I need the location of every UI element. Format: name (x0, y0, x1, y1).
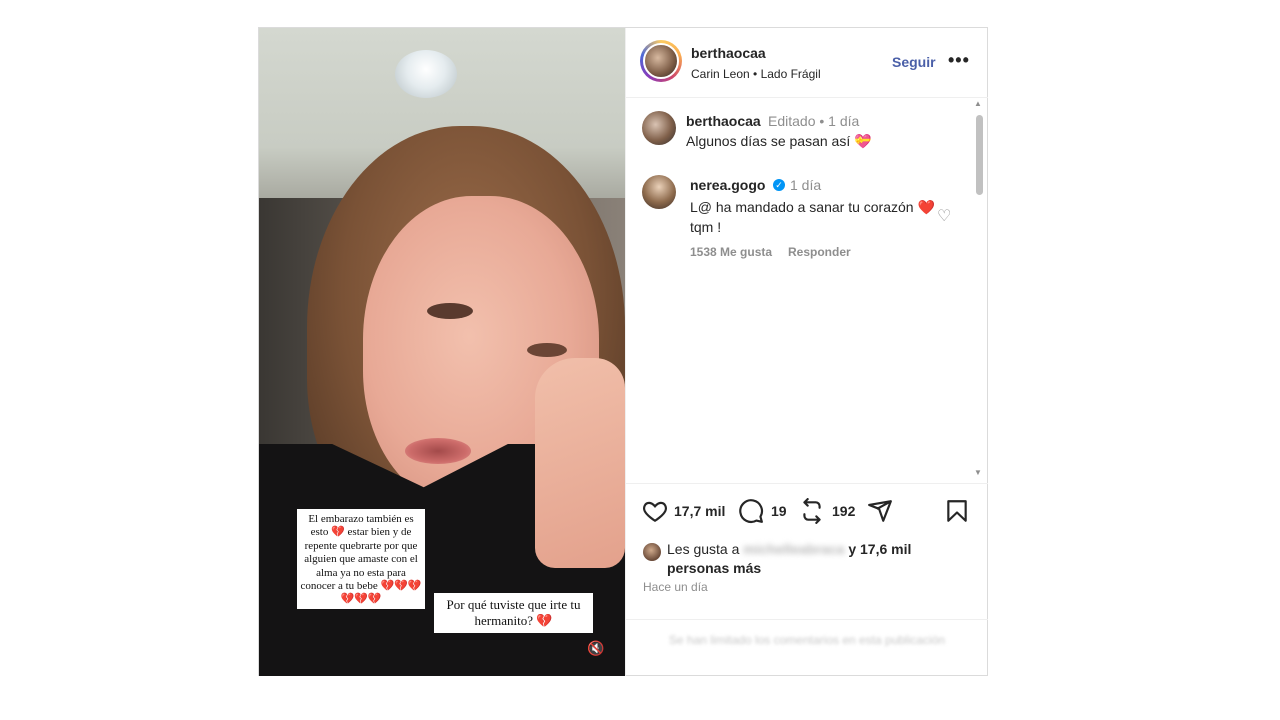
author-username[interactable]: berthaocaa (691, 45, 766, 61)
comment-area: Se han limitado los comentarios en esta … (626, 619, 988, 677)
scroll-down-arrow-icon[interactable]: ▼ (974, 468, 982, 477)
comment-text: L@ ha mandado a sanar tu corazón ❤️ tqm … (690, 199, 935, 235)
scroll-up-arrow-icon[interactable]: ▲ (974, 99, 982, 108)
comment-username[interactable]: berthaocaa (686, 113, 761, 129)
liked-by: Les gusta a michelleabraca y 17,6 mil pe… (626, 533, 988, 576)
scrollbar-thumb[interactable] (976, 115, 983, 195)
avatar[interactable] (642, 175, 676, 209)
liked-by-prefix: Les gusta a (667, 541, 740, 557)
person-eye (427, 303, 473, 319)
story-ring[interactable] (640, 40, 682, 82)
post-video[interactable]: El embarazo también es esto 💔 estar bien… (259, 28, 625, 676)
comment-icon[interactable] (738, 498, 764, 524)
avatar[interactable] (643, 43, 679, 79)
person-eye (527, 343, 567, 357)
comment-text: Algunos días se pasan así 💝 (686, 133, 872, 149)
post-sidebar: berthaocaa Carin Leon • Lado Frágil Segu… (625, 28, 988, 676)
liked-by-text[interactable]: Les gusta a michelleabraca y 17,6 mil pe… (667, 540, 967, 578)
bookmark-icon[interactable] (944, 498, 970, 524)
like-comment-icon[interactable]: ♡ (937, 206, 951, 226)
reposts-count[interactable]: 192 (832, 503, 855, 519)
person-mouth (405, 438, 471, 464)
comment-meta: Editado • 1 día (768, 113, 860, 129)
instagram-post: El embarazo también es esto 💔 estar bien… (258, 27, 988, 676)
avatar[interactable] (642, 111, 676, 145)
more-options-icon[interactable]: ••• (948, 50, 970, 71)
verified-badge-icon: ✓ (773, 179, 785, 191)
repost-icon[interactable] (799, 498, 825, 524)
comment-time: 1 día (790, 177, 822, 193)
share-icon[interactable] (867, 498, 893, 524)
comment-username[interactable]: nerea.gogo (690, 177, 765, 193)
ceiling-lamp (395, 50, 457, 98)
reply-button[interactable]: Responder (788, 245, 851, 259)
heart-icon[interactable] (642, 498, 668, 524)
post-timestamp[interactable]: Hace un día (643, 580, 708, 594)
avatar[interactable] (643, 543, 661, 561)
comments-count[interactable]: 19 (771, 503, 787, 519)
comments-list: berthaocaa Editado • 1 día Algunos días … (626, 98, 988, 483)
music-label[interactable]: Carin Leon • Lado Frágil (691, 67, 821, 81)
post-header: berthaocaa Carin Leon • Lado Frágil Segu… (626, 28, 988, 98)
likes-count[interactable]: 17,7 mil (674, 503, 725, 519)
video-caption: Por qué tuviste que irte tu hermanito? 💔 (434, 593, 593, 633)
mute-icon[interactable]: 🔇 (586, 638, 606, 658)
follow-button[interactable]: Seguir (892, 54, 936, 70)
comment-likes[interactable]: 1538 Me gusta (690, 245, 772, 259)
person-hand (535, 358, 625, 568)
comments-limited-notice: Se han limitado los comentarios en esta … (668, 633, 946, 647)
video-caption: El embarazo también es esto 💔 estar bien… (297, 509, 425, 609)
liked-by-user[interactable]: michelleabraca (743, 541, 844, 557)
